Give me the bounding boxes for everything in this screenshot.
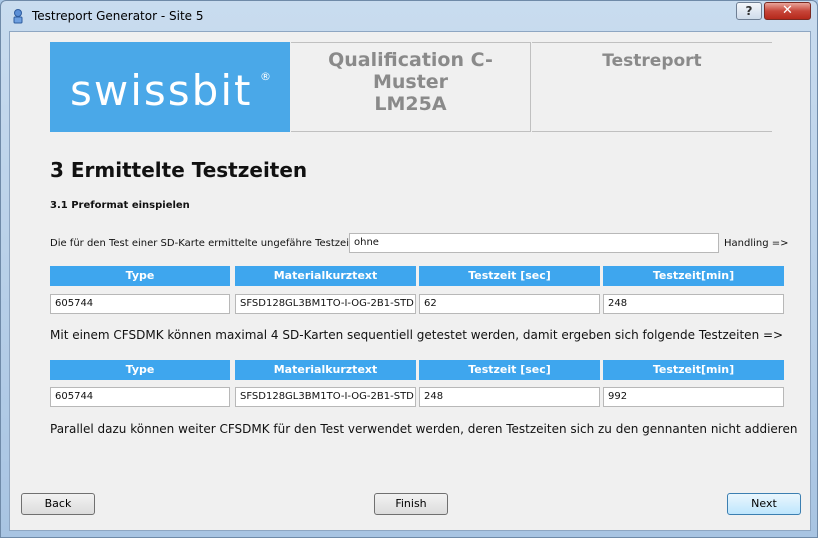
info-paragraph-2: Parallel dazu können weiter CFSDMK für d… (50, 422, 798, 436)
table1-material-field[interactable]: SFSD128GL3BM1TO-I-OG-2B1-STD (235, 294, 416, 314)
logo-text: swissbit (70, 66, 253, 115)
table1-testzeit-sec-field[interactable]: 62 (419, 294, 600, 314)
title-bar: Testreport Generator - Site 5 ? ✕ (1, 1, 817, 31)
table2-material-field[interactable]: SFSD128GL3BM1TO-I-OG-2B1-STD (235, 387, 416, 407)
table2-testzeit-min-field[interactable]: 992 (603, 387, 784, 407)
back-button[interactable]: Back (21, 493, 95, 515)
table1-header-testzeit-sec: Testzeit [sec] (419, 266, 600, 286)
section-title: 3 Ermittelte Testzeiten (50, 158, 308, 182)
table1-type-field[interactable]: 605744 (50, 294, 230, 314)
table1-header-type: Type (50, 266, 230, 286)
table1-testzeit-min-field[interactable]: 248 (603, 294, 784, 314)
swissbit-logo: swissbit ® (50, 42, 290, 132)
table2-testzeit-sec-field[interactable]: 248 (419, 387, 600, 407)
window-title: Testreport Generator - Site 5 (32, 9, 204, 23)
table2-header-type: Type (50, 360, 230, 380)
wizard-page: swissbit ® Qualification C- Muster LM25A… (9, 31, 811, 531)
handling-label: Handling => (724, 238, 789, 249)
testzeit-label: Die für den Test einer SD-Karte ermittel… (50, 238, 353, 249)
testreport-header: Testreport (532, 42, 772, 132)
table2-header-testzeit-sec: Testzeit [sec] (419, 360, 600, 380)
qualification-header: Qualification C- Muster LM25A (291, 42, 531, 132)
testzeit-input[interactable]: ohne (349, 233, 719, 253)
qualification-line-3: LM25A (374, 93, 447, 115)
subsection-title: 3.1 Preformat einspielen (50, 200, 190, 211)
logo-registered-mark: ® (260, 70, 271, 83)
app-window: Testreport Generator - Site 5 ? ✕ swissb… (0, 0, 818, 538)
table1-header-testzeit-min: Testzeit[min] (603, 266, 784, 286)
finish-button[interactable]: Finish (374, 493, 448, 515)
close-button[interactable]: ✕ (764, 2, 811, 20)
table2-header-testzeit-min: Testzeit[min] (603, 360, 784, 380)
table2-header-materialkurztext: Materialkurztext (235, 360, 416, 380)
help-button[interactable]: ? (736, 2, 762, 20)
table1-header-materialkurztext: Materialkurztext (235, 266, 416, 286)
next-button[interactable]: Next (727, 493, 801, 515)
app-icon (10, 8, 26, 24)
qualification-line-1: Qualification C- (328, 49, 493, 71)
qualification-line-2: Muster (372, 71, 449, 93)
table2-type-field[interactable]: 605744 (50, 387, 230, 407)
info-paragraph-1: Mit einem CFSDMK können maximal 4 SD-Kar… (50, 328, 784, 342)
testreport-label: Testreport (602, 51, 702, 71)
